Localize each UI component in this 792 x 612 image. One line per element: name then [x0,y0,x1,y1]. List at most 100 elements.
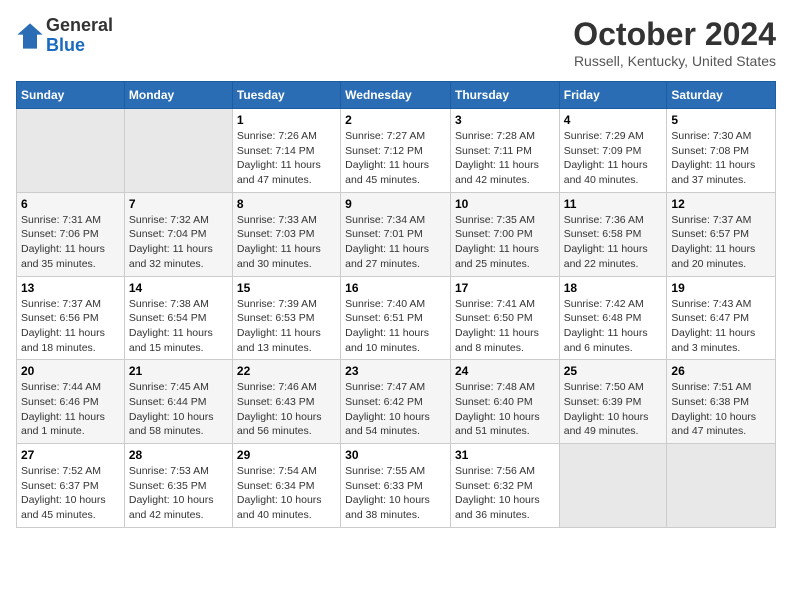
day-info: Sunrise: 7:40 AMSunset: 6:51 PMDaylight:… [345,297,446,356]
sunset: Sunset: 6:51 PM [345,312,423,324]
calendar-cell: 13Sunrise: 7:37 AMSunset: 6:56 PMDayligh… [17,276,125,360]
calendar-cell: 22 Sunrise: 7:46 AMSunset: 6:43 PMDayligh… [232,360,340,444]
sunrise: Sunrise: 7:47 AM [345,381,425,393]
day-number: 22 [237,364,336,378]
sunrise: Sunrise: 7:54 AM [237,465,317,477]
sunrise: Sunrise: 7:32 AM [129,214,209,226]
calendar-cell: 2Sunrise: 7:27 AMSunset: 7:12 PMDaylight… [341,109,451,193]
day-number: 20 [21,364,120,378]
day-number: 18 [564,281,663,295]
calendar-cell: 9Sunrise: 7:34 AMSunset: 7:01 PMDaylight… [341,192,451,276]
daylight-hours: Daylight: 11 hours and 47 minutes. [237,159,321,186]
calendar-cell: 1Sunrise: 7:26 AMSunset: 7:14 PMDaylight… [232,109,340,193]
day-info: Sunrise: 7:37 AMSunset: 6:56 PMDaylight:… [21,297,120,356]
day-info: Sunrise: 7:39 AMSunset: 6:53 PMDaylight:… [237,297,336,356]
sunset: Sunset: 6:34 PM [237,480,315,492]
calendar-cell: 29Sunrise: 7:54 AMSunset: 6:34 PMDayligh… [232,444,340,528]
daylight-hours: Daylight: 11 hours and 1 minute. [21,411,105,438]
calendar-cell: 5Sunrise: 7:30 AMSunset: 7:08 PMDaylight… [667,109,776,193]
daylight-hours: Daylight: 10 hours and 56 minutes. [237,411,322,438]
day-info: Sunrise: 7:52 AMSunset: 6:37 PMDaylight:… [21,464,120,523]
sunrise: Sunrise: 7:33 AM [237,214,317,226]
day-number: 27 [21,448,120,462]
day-info: Sunrise: 7:48 AMSunset: 6:40 PMDaylight:… [455,380,555,439]
sunset: Sunset: 7:09 PM [564,145,642,157]
day-info: Sunrise: 7:34 AMSunset: 7:01 PMDaylight:… [345,213,446,272]
sunset: Sunset: 6:56 PM [21,312,99,324]
calendar-cell [667,444,776,528]
sunset: Sunset: 6:33 PM [345,480,423,492]
day-number: 10 [455,197,555,211]
daylight-hours: Daylight: 11 hours and 6 minutes. [564,327,648,354]
sunrise: Sunrise: 7:48 AM [455,381,535,393]
calendar-cell: 20Sunrise: 7:44 AMSunset: 6:46 PMDayligh… [17,360,125,444]
calendar-cell: 16Sunrise: 7:40 AMSunset: 6:51 PMDayligh… [341,276,451,360]
day-of-week-sunday: Sunday [17,82,125,109]
daylight-hours: Daylight: 11 hours and 25 minutes. [455,243,539,270]
sunset: Sunset: 6:43 PM [237,396,315,408]
sunrise: Sunrise: 7:45 AM [129,381,209,393]
day-info: Sunrise: 7:56 AMSunset: 6:32 PMDaylight:… [455,464,555,523]
sunset: Sunset: 6:48 PM [564,312,642,324]
day-number: 11 [564,197,663,211]
sunset: Sunset: 7:12 PM [345,145,423,157]
day-info: Sunrise: 7:51 AMSunset: 6:38 PMDaylight:… [671,380,771,439]
day-number: 25 [564,364,663,378]
day-of-week-saturday: Saturday [667,82,776,109]
day-number: 30 [345,448,446,462]
day-info: Sunrise: 7:35 AMSunset: 7:00 PMDaylight:… [455,213,555,272]
sunset: Sunset: 7:01 PM [345,228,423,240]
sunrise: Sunrise: 7:42 AM [564,298,644,310]
sunrise: Sunrise: 7:52 AM [21,465,101,477]
daylight-hours: Daylight: 10 hours and 51 minutes. [455,411,540,438]
day-info: Sunrise: 7:30 AMSunset: 7:08 PMDaylight:… [671,129,771,188]
calendar-cell: 27 Sunrise: 7:52 AMSunset: 6:37 PMDayligh… [17,444,125,528]
calendar-week-row: 1Sunrise: 7:26 AMSunset: 7:14 PMDaylight… [17,109,776,193]
day-number: 8 [237,197,336,211]
sunset: Sunset: 6:44 PM [129,396,207,408]
daylight-hours: Daylight: 10 hours and 45 minutes. [21,494,106,521]
sunrise: Sunrise: 7:35 AM [455,214,535,226]
day-number: 3 [455,113,555,127]
day-info: Sunrise: 7:29 AMSunset: 7:09 PMDaylight:… [564,129,663,188]
sunset: Sunset: 6:35 PM [129,480,207,492]
day-number: 19 [671,281,771,295]
day-info: Sunrise: 7:38 AMSunset: 6:54 PMDaylight:… [129,297,228,356]
sunrise: Sunrise: 7:30 AM [671,130,751,142]
calendar-cell: 3Sunrise: 7:28 AMSunset: 7:11 PMDaylight… [450,109,559,193]
day-info: Sunrise: 7:27 AMSunset: 7:12 PMDaylight:… [345,129,446,188]
sunrise: Sunrise: 7:31 AM [21,214,101,226]
sunrise: Sunrise: 7:39 AM [237,298,317,310]
calendar-cell: 31Sunrise: 7:56 AMSunset: 6:32 PMDayligh… [450,444,559,528]
calendar-cell: 23Sunrise: 7:47 AMSunset: 6:42 PMDayligh… [341,360,451,444]
day-info: Sunrise: 7:46 AMSunset: 6:43 PMDaylight:… [237,380,336,439]
sunset: Sunset: 6:47 PM [671,312,749,324]
daylight-hours: Daylight: 11 hours and 32 minutes. [129,243,213,270]
calendar-cell: 18 Sunrise: 7:42 AM Sunset: 6:48 PM Dayligh… [559,276,667,360]
day-of-week-friday: Friday [559,82,667,109]
sunset: Sunset: 6:50 PM [455,312,533,324]
calendar-subtitle: Russell, Kentucky, United States [573,53,776,69]
day-number: 28 [129,448,228,462]
sunrise: Sunrise: 7:29 AM [564,130,644,142]
calendar-table: SundayMondayTuesdayWednesdayThursdayFrid… [16,81,776,528]
daylight-hours: Daylight: 11 hours and 35 minutes. [21,243,105,270]
calendar-cell [559,444,667,528]
daylight-hours: Daylight: 10 hours and 54 minutes. [345,411,430,438]
day-number: 24 [455,364,555,378]
day-info: Sunrise: 7:36 AMSunset: 6:58 PMDaylight:… [564,213,663,272]
calendar-cell: 17Sunrise: 7:41 AMSunset: 6:50 PMDayligh… [450,276,559,360]
day-info: Sunrise: 7:26 AMSunset: 7:14 PMDaylight:… [237,129,336,188]
day-info: Sunrise: 7:31 AMSunset: 7:06 PMDaylight:… [21,213,120,272]
daylight-hours: Daylight: 11 hours and 8 minutes. [455,327,539,354]
sunrise: Sunrise: 7:37 AM [21,298,101,310]
day-of-week-monday: Monday [124,82,232,109]
daylight-hours: Daylight: 11 hours and 45 minutes. [345,159,429,186]
sunset: Sunset: 7:14 PM [237,145,315,157]
calendar-week-row: 20Sunrise: 7:44 AMSunset: 6:46 PMDayligh… [17,360,776,444]
sunrise: Sunrise: 7:56 AM [455,465,535,477]
sunrise: Sunrise: 7:37 AM [671,214,751,226]
daylight-hours: Daylight: 10 hours and 58 minutes. [129,411,214,438]
daylight-hours: Daylight: 10 hours and 42 minutes. [129,494,214,521]
calendar-cell: 14Sunrise: 7:38 AMSunset: 6:54 PMDayligh… [124,276,232,360]
